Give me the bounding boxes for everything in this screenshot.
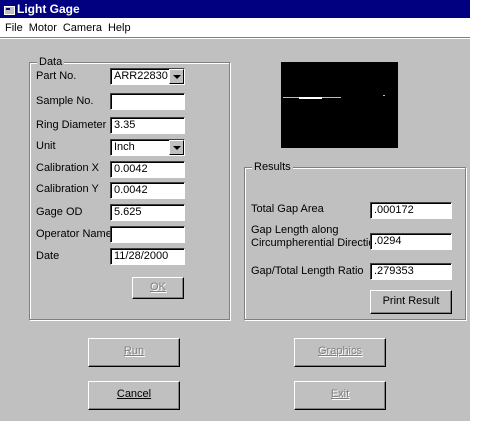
ok-button-label: OK <box>150 281 166 293</box>
total-gap-area-field[interactable]: .000172 <box>370 202 452 219</box>
camera-preview-image <box>281 62 398 148</box>
exit-button[interactable]: Exit <box>294 381 386 410</box>
window-title: Light Gage <box>17 2 80 16</box>
menu-camera[interactable]: Camera <box>60 22 105 34</box>
title-bar[interactable]: Light Gage <box>0 0 470 18</box>
graphics-button[interactable]: Graphics <box>294 338 386 367</box>
print-result-button[interactable]: Print Result <box>370 290 452 314</box>
date-label: Date <box>36 250 60 262</box>
calibration-x-label: Calibration X <box>36 162 99 174</box>
gap-length-label-line1: Gap Length along <box>251 224 339 236</box>
menu-motor[interactable]: Motor <box>26 22 60 34</box>
graphics-button-label: Graphics <box>317 345 363 357</box>
gage-od-field[interactable]: 5.625 <box>110 204 185 221</box>
gap-length-field[interactable]: .0294 <box>370 233 452 250</box>
date-field[interactable]: 11/28/2000 <box>110 248 185 265</box>
gap-length-label-line2: Circumpherential Direction <box>251 237 381 249</box>
calibration-y-label: Calibration Y <box>36 183 99 195</box>
menu-help[interactable]: Help <box>105 22 134 34</box>
unit-label: Unit <box>36 140 56 152</box>
cancel-button-label: Cancel <box>116 388 152 400</box>
unit-dropdown-icon[interactable] <box>169 140 184 155</box>
part-no-dropdown-icon[interactable] <box>169 69 184 84</box>
cancel-button[interactable]: Cancel <box>88 381 180 410</box>
sample-no-label: Sample No. <box>36 95 94 107</box>
data-group-legend: Data <box>37 56 65 69</box>
part-no-value: ARR22830 <box>114 70 168 82</box>
ring-diameter-label: Ring Diameter <box>36 119 107 131</box>
gap-ratio-field[interactable]: .279353 <box>370 263 452 280</box>
app-icon <box>3 4 15 15</box>
ring-diameter-field[interactable]: 3.35 <box>110 117 185 134</box>
gap-ratio-label: Gap/Total Length Ratio <box>251 265 364 277</box>
calibration-y-field[interactable]: 0.0042 <box>110 182 185 199</box>
light-gage-window: Light Gage File Motor Camera Help Data P… <box>0 0 470 421</box>
print-result-label: Print Result <box>382 295 440 307</box>
gage-od-label: Gage OD <box>36 206 83 218</box>
menu-bar: File Motor Camera Help <box>0 18 470 37</box>
exit-button-label: Exit <box>330 388 350 400</box>
unit-combobox[interactable]: Inch <box>110 139 185 156</box>
unit-value: Inch <box>114 141 135 153</box>
ok-button[interactable]: OK <box>132 277 184 299</box>
part-no-label: Part No. <box>36 70 77 82</box>
total-gap-area-label: Total Gap Area <box>251 203 324 215</box>
run-button-label: Run <box>123 345 145 357</box>
results-group-legend: Results <box>252 161 293 174</box>
calibration-x-field[interactable]: 0.0042 <box>110 161 185 178</box>
run-button[interactable]: Run <box>88 338 180 367</box>
operator-name-label: Operator Name <box>36 228 112 240</box>
gap-edge-point <box>383 95 385 96</box>
part-no-combobox[interactable]: ARR22830 <box>110 68 185 85</box>
menu-separator <box>0 37 470 39</box>
operator-name-field[interactable] <box>110 226 185 243</box>
gap-highlight-line <box>299 97 322 99</box>
sample-no-field[interactable] <box>110 93 185 110</box>
menu-file[interactable]: File <box>2 22 26 34</box>
